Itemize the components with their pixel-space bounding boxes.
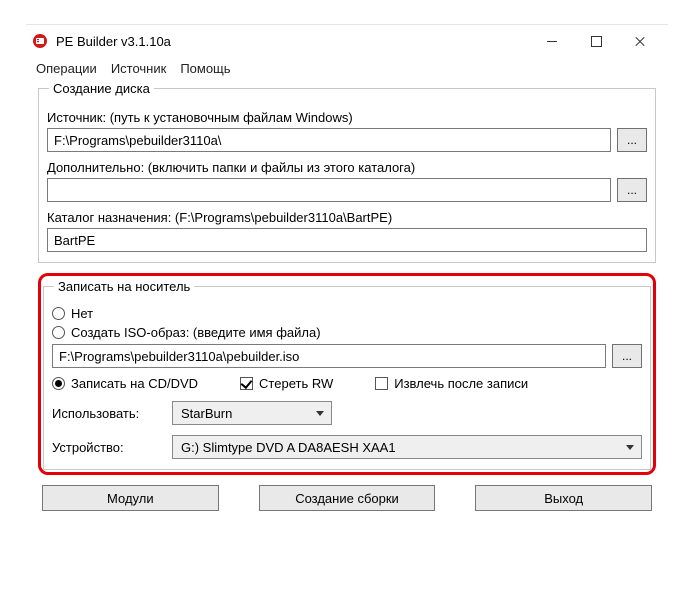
menu-source[interactable]: Источник (111, 61, 167, 76)
checkbox-eject-after[interactable]: Извлечь после записи (375, 376, 528, 391)
iso-path-input[interactable] (52, 344, 606, 368)
build-button[interactable]: Создание сборки (259, 485, 436, 511)
source-browse-button[interactable]: ... (617, 128, 647, 152)
window-close-button[interactable] (618, 27, 662, 55)
extra-browse-button[interactable]: ... (617, 178, 647, 202)
source-input[interactable] (47, 128, 611, 152)
extra-label: Дополнительно: (включить папки и файлы и… (47, 160, 647, 175)
window-title: PE Builder v3.1.10a (56, 34, 171, 49)
checkbox-eject-after-label: Извлечь после записи (394, 376, 528, 391)
group-write-media-legend: Записать на носитель (54, 279, 194, 294)
checkbox-erase-rw[interactable]: Стереть RW (240, 376, 333, 391)
iso-browse-button[interactable]: ... (612, 344, 642, 368)
radio-burn-cddvd-label: Записать на CD/DVD (71, 376, 198, 391)
checkbox-erase-rw-icon (240, 377, 253, 390)
radio-create-iso-icon (52, 326, 65, 339)
radio-create-iso[interactable]: Создать ISO-образ: (введите имя файла) (52, 325, 321, 340)
group-create-disc-legend: Создание диска (49, 81, 154, 96)
output-label: Каталог назначения: (F:\Programs\pebuild… (47, 210, 647, 225)
radio-none[interactable]: Нет (52, 306, 93, 321)
group-create-disc: Создание диска Источник: (путь к установ… (38, 88, 656, 263)
use-select-value: StarBurn (181, 406, 232, 421)
radio-none-label: Нет (71, 306, 93, 321)
titlebar: PE Builder v3.1.10a (26, 25, 668, 57)
radio-burn-cddvd-icon (52, 377, 65, 390)
source-label: Источник: (путь к установочным файлам Wi… (47, 110, 647, 125)
radio-burn-cddvd[interactable]: Записать на CD/DVD (52, 376, 198, 391)
menu-operations[interactable]: Операции (36, 61, 97, 76)
app-window: PE Builder v3.1.10a Операции Источник По… (26, 24, 668, 525)
device-select-value: G:) Slimtype DVD A DA8AESH XAA1 (181, 440, 396, 455)
modules-button[interactable]: Модули (42, 485, 219, 511)
exit-button[interactable]: Выход (475, 485, 652, 511)
window-maximize-button[interactable] (574, 27, 618, 55)
group-write-media: Записать на носитель Нет Создать ISO-обр… (43, 286, 651, 470)
bottom-button-bar: Модули Создание сборки Выход (38, 485, 656, 511)
output-input[interactable] (47, 228, 647, 252)
checkbox-eject-after-icon (375, 377, 388, 390)
highlighted-region: Записать на носитель Нет Создать ISO-обр… (38, 273, 656, 475)
window-minimize-button[interactable] (530, 27, 574, 55)
radio-none-icon (52, 307, 65, 320)
use-select[interactable]: StarBurn (172, 401, 332, 425)
device-select[interactable]: G:) Slimtype DVD A DA8AESH XAA1 (172, 435, 642, 459)
menu-help[interactable]: Помощь (180, 61, 230, 76)
app-icon (32, 33, 48, 49)
extra-input[interactable] (47, 178, 611, 202)
radio-create-iso-label: Создать ISO-образ: (введите имя файла) (71, 325, 321, 340)
checkbox-erase-rw-label: Стереть RW (259, 376, 333, 391)
device-label: Устройство: (52, 440, 162, 455)
menubar: Операции Источник Помощь (26, 57, 668, 84)
use-label: Использовать: (52, 406, 162, 421)
client-area: Создание диска Источник: (путь к установ… (26, 88, 668, 525)
